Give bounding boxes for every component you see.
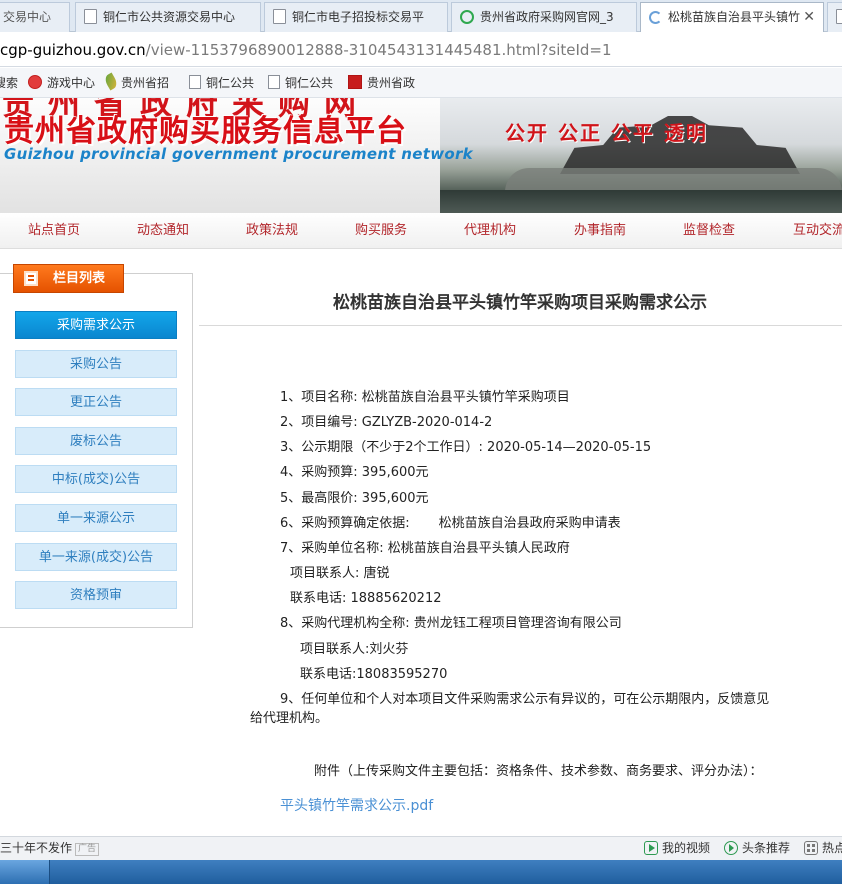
nav-notices[interactable]: 动态通知 — [137, 213, 189, 249]
ad-badge: 广告 — [75, 843, 100, 856]
article-line: 8、采购代理机构全称: 贵州龙钰工程项目管理咨询有限公司 — [280, 616, 622, 631]
tab-title: 贵州省政府采购网官网_3 — [480, 10, 614, 24]
bookmark-label: 游戏中心 — [47, 76, 96, 90]
main-nav: 站点首页 动态通知 政策法规 购买服务 代理机构 办事指南 监督检查 互动交流 — [0, 213, 842, 249]
status-my-video[interactable]: 我的视频 — [644, 837, 710, 860]
title-divider — [199, 325, 842, 326]
url-host: cgp-guizhou.gov.cn — [0, 41, 146, 59]
sidebar-item-prequalification[interactable]: 资格预审 — [15, 581, 177, 609]
nav-interaction[interactable]: 互动交流 — [793, 213, 842, 249]
status-item-label: 头条推荐 — [742, 841, 791, 855]
nav-guide[interactable]: 办事指南 — [574, 213, 626, 249]
article-line: 9、任何单位和个人对本项目文件采购需求公示有异议的，可在公示期限内，反馈意见 — [280, 692, 770, 707]
sidebar-item-award-notice[interactable]: 中标(成交)公告 — [15, 465, 177, 493]
tab-title: 松桃苗族自治县平头镇竹 — [668, 10, 801, 24]
bookmark-label: 铜仁公共 — [206, 76, 255, 90]
article-line: 给代理机构。 — [250, 711, 329, 726]
sidebar-item-single-source[interactable]: 单一来源公示 — [15, 504, 177, 532]
browser-tab-3[interactable]: 铜仁市电子招投标交易平 — [264, 2, 448, 32]
article-line: 5、最高限价: 395,600元 — [280, 491, 429, 506]
play-circle-icon — [724, 841, 738, 855]
article-line: 2、项目编号: GZLYZB-2020-014-2 — [280, 415, 493, 430]
site-slogan: 公开 公正 公平 透明 — [505, 121, 708, 145]
sidebar-item-procurement-notice[interactable]: 采购公告 — [15, 350, 177, 378]
site-title-en: Guizhou provincial government procuremen… — [4, 145, 473, 163]
sidebar-item-correction-notice[interactable]: 更正公告 — [15, 388, 177, 416]
address-bar[interactable]: cgp-guizhou.gov.cn/view-1153796890012888… — [0, 33, 842, 67]
article-line: 4、采购预算: 395,600元 — [280, 465, 429, 480]
bookmarks-bar: 搜索 游戏中心 贵州省招 铜仁公共 铜仁公共 贵州省政 — [0, 68, 842, 98]
article-title: 松桃苗族自治县平头镇竹竿采购项目采购需求公示 — [333, 293, 707, 313]
bookmark-tongren-2[interactable]: 铜仁公共 — [268, 68, 334, 97]
nav-supervision[interactable]: 监督检查 — [683, 213, 735, 249]
article-line: 6、采购预算确定依据: 松桃苗族自治县政府采购申请表 — [280, 516, 621, 531]
feather-icon — [102, 72, 120, 91]
article-line: 项目联系人: 唐锐 — [290, 566, 390, 581]
nav-agencies[interactable]: 代理机构 — [464, 213, 516, 249]
nav-purchase-services[interactable]: 购买服务 — [355, 213, 407, 249]
browser-tab-overflow[interactable] — [827, 2, 842, 32]
red-seal-icon — [348, 75, 362, 89]
bookmark-search[interactable]: 搜索 — [0, 68, 19, 97]
tab-title: 铜仁市公共资源交易中心 — [103, 10, 236, 24]
site-title: 贵州省政府购买服务信息平台 — [4, 114, 407, 149]
game-icon — [28, 75, 42, 89]
bookmark-label: 铜仁公共 — [285, 76, 334, 90]
bookmark-guizhou-zhao[interactable]: 贵州省招 — [102, 68, 170, 97]
tab-title: 交易中心 — [3, 10, 52, 24]
sidebar-heading: 栏目列表 — [13, 264, 124, 293]
browser-tab-strip: 交易中心 铜仁市公共资源交易中心 铜仁市电子招投标交易平 贵州省政府采购网官网_… — [0, 0, 842, 32]
bookmark-tongren-1[interactable]: 铜仁公共 — [189, 68, 255, 97]
page-icon — [836, 9, 842, 24]
page-icon — [84, 9, 97, 24]
site-banner: 贵州省政府采购网 贵州省政府购买服务信息平台 Guizhou provincia… — [0, 98, 842, 213]
attachment-caption: 附件（上传采购文件主要包括：资格条件、技术参数、商务要求、评分办法）： — [314, 764, 763, 779]
nav-home[interactable]: 站点首页 — [28, 213, 80, 249]
video-icon — [644, 841, 658, 855]
bookmark-game-center[interactable]: 游戏中心 — [28, 68, 96, 97]
article-line: 7、采购单位名称: 松桃苗族自治县平头镇人民政府 — [280, 541, 570, 556]
nav-policies[interactable]: 政策法规 — [246, 213, 298, 249]
page-icon — [273, 9, 286, 24]
search-engine-icon — [460, 10, 474, 24]
loading-icon — [649, 11, 662, 24]
sidebar-item-single-source-award[interactable]: 单一来源(成交)公告 — [15, 543, 177, 571]
browser-tab-active[interactable]: 松桃苗族自治县平头镇竹 ✕ — [640, 2, 824, 32]
grid-icon — [804, 841, 818, 855]
bookmark-guizhou-zheng[interactable]: 贵州省政 — [348, 68, 416, 97]
article-line: 联系电话:18083595270 — [300, 667, 448, 682]
os-taskbar — [0, 860, 842, 884]
list-icon — [24, 271, 38, 286]
page-icon — [268, 75, 280, 89]
browser-tab-2[interactable]: 铜仁市公共资源交易中心 — [75, 2, 261, 32]
close-icon[interactable]: ✕ — [803, 3, 815, 31]
url-path: /view-1153796890012888-3104543131445481.… — [145, 41, 612, 59]
bookmark-label: 贵州省政 — [367, 76, 416, 90]
browser-tab-1[interactable]: 交易中心 — [0, 2, 70, 32]
article-line: 项目联系人:刘火芬 — [300, 642, 409, 657]
river — [440, 190, 842, 213]
article-line: 1、项目名称: 松桃苗族自治县平头镇竹竿采购项目 — [280, 390, 570, 405]
status-news[interactable]: 三十年不发作 广告 — [0, 837, 100, 860]
status-headline[interactable]: 头条推荐 — [724, 837, 790, 860]
start-button[interactable] — [0, 860, 50, 884]
sidebar-item-cancel-notice[interactable]: 废标公告 — [15, 427, 177, 455]
sidebar-item-demand-notice[interactable]: 采购需求公示 — [15, 311, 177, 339]
status-item-label: 热点 — [822, 841, 842, 855]
status-news-text: 三十年不发作 — [0, 841, 73, 855]
page-icon — [189, 75, 201, 89]
attachment-link[interactable]: 平头镇竹竿需求公示.pdf — [280, 795, 433, 815]
bookmark-label: 搜索 — [0, 76, 19, 90]
tab-title: 铜仁市电子招投标交易平 — [292, 10, 425, 24]
article-line: 联系电话: 18885620212 — [290, 591, 442, 606]
bridge-silhouette — [505, 168, 842, 192]
browser-tab-4[interactable]: 贵州省政府采购网官网_3 — [451, 2, 637, 32]
article-line: 3、公示期限（不少于2个工作日）: 2020-05-14—2020-05-15 — [280, 440, 652, 455]
bookmark-label: 贵州省招 — [121, 76, 170, 90]
status-hot[interactable]: 热点 — [804, 837, 842, 860]
sidebar-heading-label: 栏目列表 — [53, 271, 106, 286]
status-item-label: 我的视频 — [662, 841, 711, 855]
status-bar: 三十年不发作 广告 我的视频 头条推荐 热点 — [0, 836, 842, 860]
